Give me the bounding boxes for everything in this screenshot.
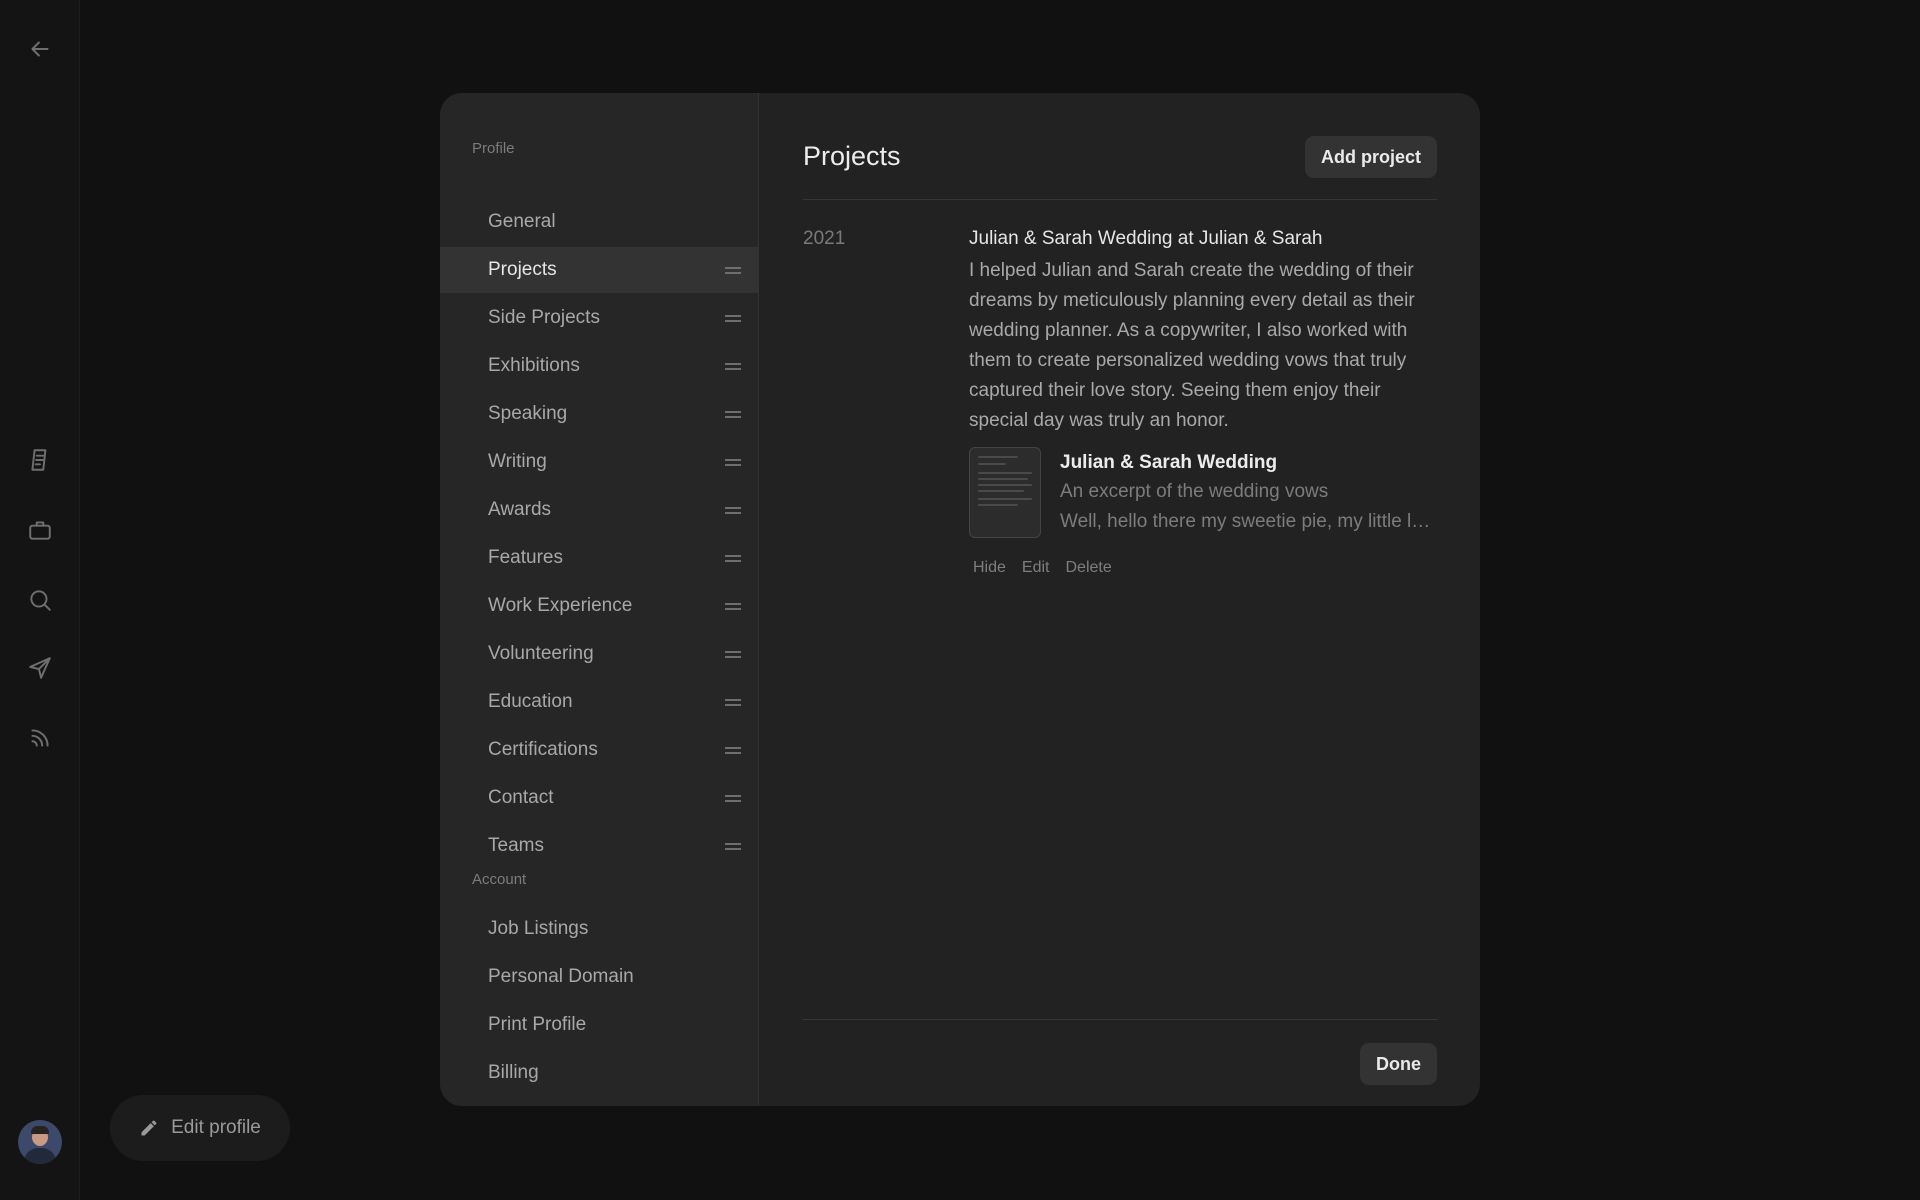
done-button[interactable]: Done [1360, 1043, 1437, 1085]
drag-handle-icon[interactable] [725, 651, 741, 658]
avatar[interactable] [18, 1120, 62, 1164]
sidebar-item-certifications[interactable]: Certifications [440, 727, 759, 773]
sidebar-item-label: Print Profile [488, 1014, 587, 1035]
search-icon[interactable] [24, 584, 56, 616]
sidebar-item-label: Writing [488, 451, 547, 472]
sidebar-item-speaking[interactable]: Speaking [440, 391, 759, 437]
project-description: I helped Julian and Sarah create the wed… [969, 260, 1415, 431]
attachment-thumbnail[interactable] [969, 447, 1041, 538]
project-actions: Hide Edit Delete [973, 559, 1112, 577]
page-title: Projects [803, 141, 901, 171]
settings-modal: Profile General Projects Side Projects Exhi… [440, 93, 1480, 1106]
drag-handle-icon[interactable] [725, 747, 741, 754]
project-title: Julian & Sarah Wedding at Julian & Sarah [969, 228, 1323, 249]
profile-section-heading: Profile [472, 140, 515, 157]
delete-button[interactable]: Delete [1065, 559, 1111, 577]
drag-handle-icon[interactable] [725, 603, 741, 610]
sidebar-item-label: Education [488, 691, 573, 712]
drag-handle-icon[interactable] [725, 795, 741, 802]
sidebar-item-general[interactable]: General [440, 199, 759, 245]
sidebar-item-exhibitions[interactable]: Exhibitions [440, 343, 759, 389]
attachment-title[interactable]: Julian & Sarah Wedding [1060, 452, 1277, 474]
projects-panel: Projects Add project 2021 Julian & Sarah… [760, 93, 1480, 1106]
sidebar-item-label: Billing [488, 1062, 539, 1083]
sidebar-item-print-profile[interactable]: Print Profile [440, 1002, 759, 1048]
drag-handle-icon[interactable] [725, 267, 741, 274]
sidebar-item-education[interactable]: Education [440, 679, 759, 725]
send-icon[interactable] [24, 652, 56, 684]
project-year: 2021 [803, 228, 846, 249]
edit-profile-label: Edit profile [171, 1117, 261, 1138]
sidebar-item-awards[interactable]: Awards [440, 487, 759, 533]
attachment-subtitle: An excerpt of the wedding vows [1060, 481, 1329, 502]
sidebar-item-label: Job Listings [488, 918, 589, 939]
sidebar-item-label: Contact [488, 787, 554, 808]
sidebar-item-label: Personal Domain [488, 966, 634, 987]
hide-button[interactable]: Hide [973, 559, 1006, 577]
drag-handle-icon[interactable] [725, 507, 741, 514]
drag-handle-icon[interactable] [725, 363, 741, 370]
sidebar-item-label: Features [488, 547, 563, 568]
drag-handle-icon[interactable] [725, 315, 741, 322]
sidebar-item-work-experience[interactable]: Work Experience [440, 583, 759, 629]
back-arrow-icon[interactable] [24, 33, 56, 65]
sidebar-item-label: Projects [488, 259, 557, 280]
sidebar-item-teams[interactable]: Teams [440, 823, 759, 869]
sidebar-item-label: Volunteering [488, 643, 594, 664]
briefcase-icon[interactable] [24, 514, 56, 546]
sidebar-item-side-projects[interactable]: Side Projects [440, 295, 759, 341]
sidebar-item-label: Exhibitions [488, 355, 580, 376]
sidebar-item-label: Speaking [488, 403, 568, 424]
sidebar-item-job-listings[interactable]: Job Listings [440, 906, 759, 952]
drag-handle-icon[interactable] [725, 411, 741, 418]
pencil-icon [141, 1120, 157, 1136]
edit-button[interactable]: Edit [1022, 559, 1050, 577]
sidebar-item-projects[interactable]: Projects [440, 247, 759, 293]
sidebar-item-label: Work Experience [488, 595, 633, 616]
sidebar-item-writing[interactable]: Writing [440, 439, 759, 485]
drag-handle-icon[interactable] [725, 699, 741, 706]
sidebar-item-billing[interactable]: Billing [440, 1050, 759, 1096]
divider [803, 199, 1437, 200]
sidebar-item-personal-domain[interactable]: Personal Domain [440, 954, 759, 1000]
account-section-heading: Account [472, 871, 527, 888]
drag-handle-icon[interactable] [725, 843, 741, 850]
attachment-excerpt: Well, hello there my sweetie pie, my lit… [1060, 511, 1440, 532]
drag-handle-icon[interactable] [725, 555, 741, 562]
sidebar-item-label: Awards [488, 499, 552, 520]
drag-handle-icon[interactable] [725, 459, 741, 466]
sidebar-item-label: General [488, 211, 556, 232]
sidebar-item-label: Side Projects [488, 307, 600, 328]
sidebar-item-contact[interactable]: Contact [440, 775, 759, 821]
sidebar-item-label: Certifications [488, 739, 598, 760]
rss-icon[interactable] [24, 722, 56, 754]
sidebar-item-volunteering[interactable]: Volunteering [440, 631, 759, 677]
document-icon[interactable] [24, 444, 56, 476]
left-rail [0, 0, 80, 1200]
sidebar-item-label: Teams [488, 835, 544, 856]
divider [803, 1019, 1437, 1020]
add-project-button[interactable]: Add project [1304, 136, 1437, 178]
settings-sidebar: Profile General Projects Side Projects Exhi… [440, 93, 759, 1106]
edit-profile-button[interactable]: Edit profile [110, 1095, 290, 1161]
sidebar-item-features[interactable]: Features [440, 535, 759, 581]
